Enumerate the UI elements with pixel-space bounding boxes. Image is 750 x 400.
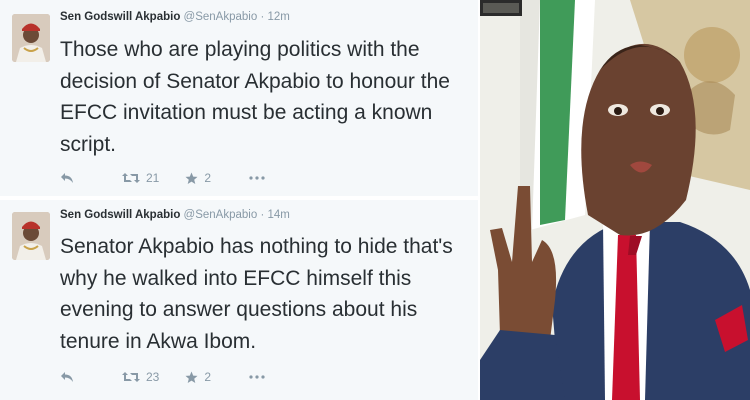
tweet-1[interactable]: Sen Godswill Akpabio @SenAkpabio · 12m T…	[0, 0, 478, 196]
reply-icon	[61, 372, 73, 382]
author-handle[interactable]: @SenAkpabio	[184, 11, 258, 23]
tweet-header: Sen Godswill Akpabio @SenAkpabio · 14m	[60, 208, 290, 222]
more-icon	[249, 176, 265, 180]
retweet-button[interactable]: 23	[122, 370, 159, 384]
tweet-text: Those who are playing politics with the …	[60, 38, 450, 156]
reply-button[interactable]	[60, 172, 74, 184]
tweet-actions: 21 2	[60, 168, 265, 188]
senator-photo	[480, 0, 750, 400]
retweet-count: 21	[146, 171, 160, 185]
separator: ·	[260, 11, 265, 23]
tweet-text: Senator Akpabio has nothing to hide that…	[60, 235, 453, 353]
favorite-icon	[185, 371, 198, 383]
timestamp[interactable]: 12m	[268, 11, 290, 23]
retweet-count: 23	[146, 370, 160, 384]
favorite-button[interactable]: 2	[185, 370, 211, 384]
favorite-count: 2	[204, 370, 212, 384]
reply-icon	[61, 173, 73, 183]
favorite-button[interactable]: 2	[185, 171, 211, 185]
timestamp[interactable]: 14m	[268, 209, 290, 221]
avatar[interactable]	[12, 212, 50, 260]
avatar[interactable]	[12, 14, 50, 62]
favorite-icon	[185, 172, 198, 184]
author-name[interactable]: Sen Godswill Akpabio	[60, 11, 180, 23]
author-handle[interactable]: @SenAkpabio	[184, 209, 258, 221]
tweet-2[interactable]: Sen Godswill Akpabio @SenAkpabio · 14m S…	[0, 200, 478, 400]
more-button[interactable]	[249, 375, 265, 379]
retweet-icon	[122, 173, 140, 183]
separator: ·	[260, 209, 265, 221]
retweet-icon	[122, 372, 140, 382]
tweet-actions: 23 2	[60, 367, 265, 387]
tweet-header: Sen Godswill Akpabio @SenAkpabio · 12m	[60, 10, 290, 24]
more-icon	[249, 375, 265, 379]
more-button[interactable]	[249, 176, 265, 180]
tweet-list: Sen Godswill Akpabio @SenAkpabio · 12m T…	[0, 0, 478, 400]
retweet-button[interactable]: 21	[122, 171, 159, 185]
author-name[interactable]: Sen Godswill Akpabio	[60, 209, 180, 221]
favorite-count: 2	[204, 171, 212, 185]
reply-button[interactable]	[60, 371, 74, 383]
